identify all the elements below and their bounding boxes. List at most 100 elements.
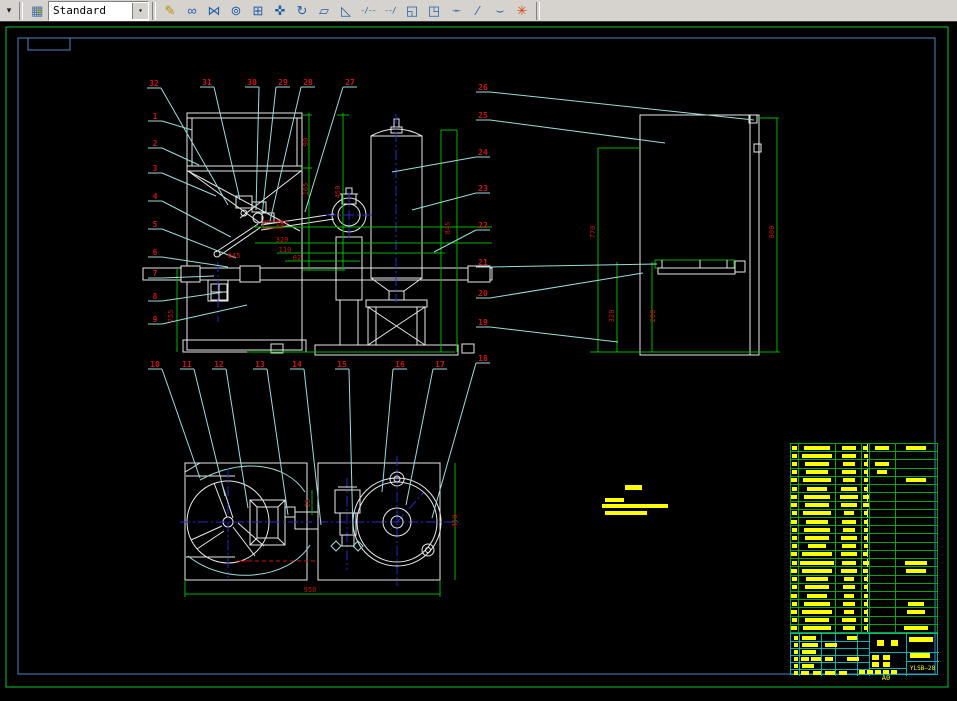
dimension-text: 280 — [649, 310, 657, 323]
table-cell — [836, 501, 863, 509]
title-block-text-mark — [825, 671, 835, 675]
part-callout-13: 13 — [253, 360, 289, 516]
title-block-text-mark — [802, 664, 814, 668]
part-callout-26: 26 — [476, 83, 755, 121]
table-cell — [870, 444, 896, 452]
title-block: YLSB—28 — [790, 633, 939, 676]
table-cell — [862, 550, 870, 559]
array-button[interactable]: ⊞ — [247, 1, 269, 21]
table-cell — [870, 460, 896, 468]
style-dialog-button[interactable]: ▦✎ — [26, 1, 48, 21]
move-button[interactable]: ✜ — [269, 1, 291, 21]
title-block-text-mark — [794, 643, 798, 647]
table-cell — [870, 501, 896, 509]
title-block-text-mark — [910, 653, 930, 658]
table-cell — [791, 567, 799, 575]
title-block-text-mark — [839, 671, 847, 675]
table-cell — [799, 542, 837, 550]
break-at-point-button[interactable]: ◱ — [401, 1, 423, 21]
title-block-text-mark — [794, 650, 798, 654]
table-dashed-line — [867, 444, 868, 632]
table-cell — [870, 526, 896, 534]
svg-text:30: 30 — [247, 78, 257, 87]
table-row — [791, 542, 937, 551]
part-callout-1: 1 — [148, 112, 193, 131]
fillet-button[interactable]: ⌣ — [489, 1, 511, 21]
table-cell — [862, 526, 870, 534]
table-cell — [836, 591, 863, 600]
part-callout-4: 4 — [148, 192, 232, 238]
table-cell — [870, 468, 896, 476]
table-row — [791, 468, 937, 477]
table-cell — [896, 460, 937, 467]
title-block-text-mark — [883, 655, 890, 660]
part-callout-17: 17 — [405, 360, 447, 506]
table-cell — [862, 444, 870, 452]
table-cell — [862, 608, 870, 616]
title-block-text-mark — [794, 664, 798, 668]
table-cell — [791, 444, 799, 452]
table-cell — [862, 501, 870, 509]
stretch-button[interactable]: ◺ — [335, 1, 357, 21]
table-cell — [896, 551, 937, 558]
extend-button[interactable]: --/ — [379, 1, 401, 21]
explode-button[interactable]: ✳ — [511, 1, 533, 21]
dimension-text: 450 — [334, 186, 342, 199]
table-cell — [870, 509, 896, 517]
table-cell — [836, 452, 863, 460]
mirror-button[interactable]: ⋈ — [203, 1, 225, 21]
join-button[interactable]: →← — [445, 1, 467, 21]
dimension-text: 90 — [302, 138, 310, 146]
rotate-button[interactable]: ↻ — [291, 1, 313, 21]
break-button[interactable]: ◳ — [423, 1, 445, 21]
table-cell — [870, 452, 896, 460]
scale-button[interactable]: ▱ — [313, 1, 335, 21]
toolbar-overflow-arrow[interactable]: ▾ — [2, 2, 16, 20]
table-cell — [862, 460, 870, 468]
table-cell — [862, 624, 870, 633]
table-cell — [862, 616, 870, 624]
table-cell — [791, 616, 799, 624]
svg-text:14: 14 — [292, 360, 302, 369]
offset-icon: ⊚ — [230, 3, 242, 18]
table-cell — [836, 485, 863, 493]
dimension-text: 82 — [293, 254, 301, 262]
part-callout-19: 19 — [476, 318, 619, 343]
table-cell — [870, 567, 896, 575]
app-window: ▾ ▦✎ Standard ▾ ✎ ∞ ⋈ ⊚ ⊞ ✜ ↻ ▱ ◺ -/-- --/ ◱ ◳ →← ∕ ⌣ ✳ — [0, 0, 957, 701]
title-block-text-mark — [811, 657, 821, 661]
technical-note-line — [602, 504, 668, 508]
table-cell — [799, 485, 837, 493]
title-block-text-mark — [794, 671, 798, 675]
part-callout-21: 21 — [476, 258, 658, 268]
table-cell — [791, 493, 799, 501]
table-cell — [836, 476, 863, 485]
style-combo[interactable]: Standard ▾ — [48, 0, 149, 21]
offset-button[interactable]: ⊚ — [225, 1, 247, 21]
table-cell — [870, 534, 896, 542]
join-icon: →← — [452, 5, 461, 15]
drawing-canvas[interactable]: 32 31 30 29 28 27 26 25 24 23 22 21 20 19 1 2 3 4 5 6 7 8 9 10 1… — [0, 22, 957, 701]
dimension-text: 770 — [589, 226, 597, 239]
table-cell — [799, 559, 837, 567]
chamfer-button[interactable]: ∕ — [467, 1, 489, 21]
table-cell — [791, 468, 799, 476]
table-row — [791, 517, 937, 527]
table-cell — [836, 517, 863, 526]
table-cell — [870, 624, 896, 633]
table-cell — [799, 591, 837, 600]
table-row — [791, 476, 937, 486]
table-cell — [791, 575, 799, 583]
svg-text:24: 24 — [478, 148, 488, 157]
copy-button[interactable]: ∞ — [181, 1, 203, 21]
table-cell — [791, 600, 799, 608]
table-cell — [870, 583, 896, 591]
table-cell — [836, 550, 863, 559]
erase-button[interactable]: ✎ — [159, 1, 181, 21]
title-block-text-mark — [794, 636, 798, 640]
svg-text:11: 11 — [182, 360, 192, 369]
trim-button[interactable]: -/-- — [357, 1, 379, 21]
table-cell — [799, 493, 837, 501]
table-cell — [862, 567, 870, 575]
table-cell — [791, 509, 799, 517]
